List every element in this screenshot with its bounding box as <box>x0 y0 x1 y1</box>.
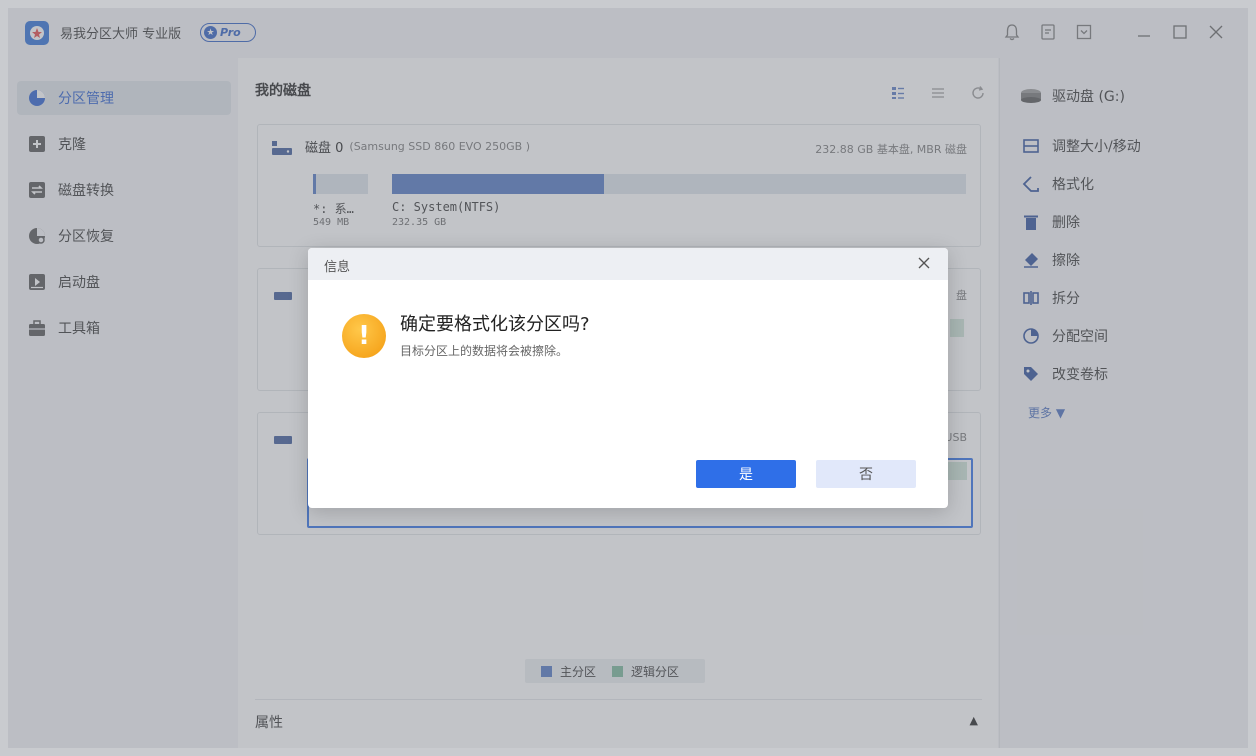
close-icon[interactable] <box>916 255 934 273</box>
dialog-header: 信息 <box>308 248 948 280</box>
app-window: 易我分区大师 专业版 ★ Pro 分区管理 克隆 磁盘转换 分区恢复 启动盘 工… <box>8 8 1248 748</box>
confirm-dialog: 信息 ! 确定要格式化该分区吗? 目标分区上的数据将会被擦除。 是 否 <box>308 248 948 508</box>
warning-icon: ! <box>342 314 386 358</box>
dialog-message: 确定要格式化该分区吗? <box>400 314 590 335</box>
no-button[interactable]: 否 <box>816 460 916 488</box>
dialog-title: 信息 <box>324 260 351 275</box>
dialog-subtext: 目标分区上的数据将会被擦除。 <box>400 344 569 358</box>
yes-button[interactable]: 是 <box>696 460 796 488</box>
